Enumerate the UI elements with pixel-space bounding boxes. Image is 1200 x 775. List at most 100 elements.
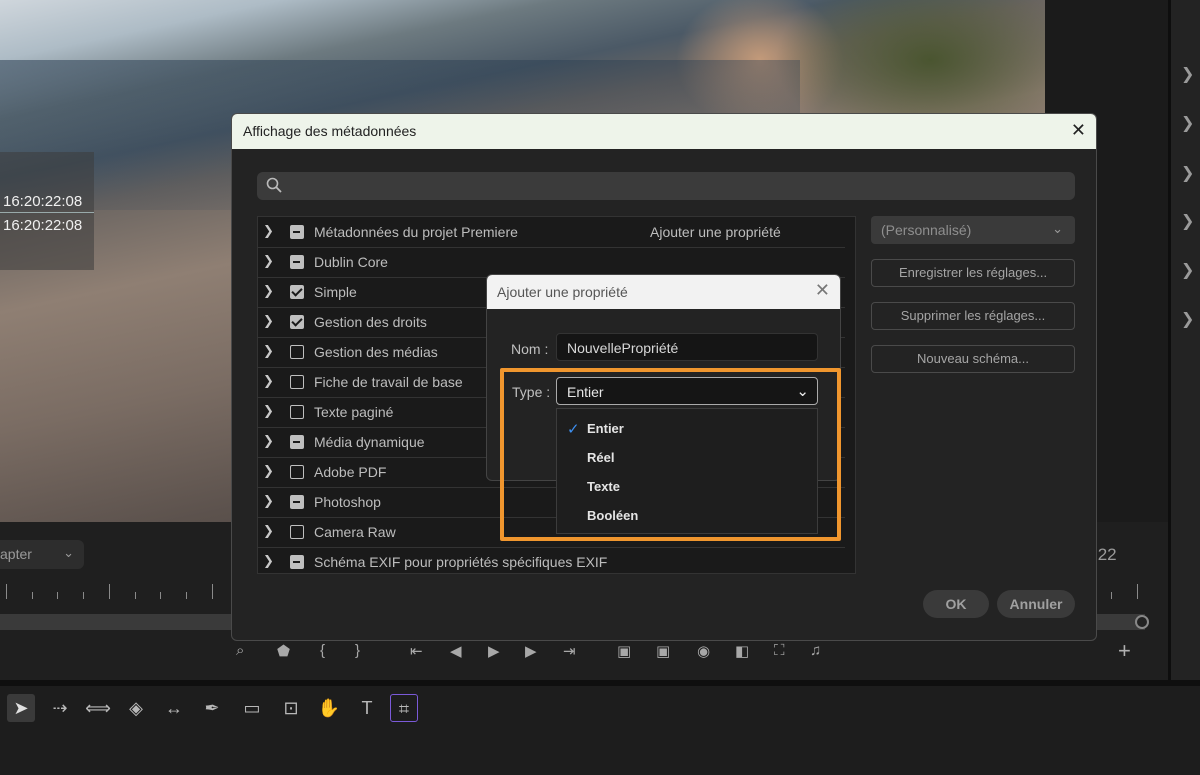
menu-item-booleen[interactable]: Booléen <box>587 508 638 523</box>
schema-label: Fiche de travail de base <box>314 374 463 390</box>
expand-chevron-icon[interactable]: ❯ <box>263 313 274 329</box>
type-tool-icon[interactable]: T <box>353 694 381 722</box>
schema-checkbox[interactable] <box>290 375 304 389</box>
ruler-tick <box>135 592 136 599</box>
expand-chevron-icon[interactable]: ❯ <box>263 253 274 269</box>
chevron-right-icon[interactable]: ❯ <box>1181 113 1194 133</box>
lift-icon[interactable]: ▣ <box>617 642 631 660</box>
new-schema-button[interactable]: Nouveau schéma... <box>871 345 1075 373</box>
zoom-to-fit-icon[interactable]: ⌕ <box>236 642 244 659</box>
checkmark-icon: ✓ <box>567 421 580 438</box>
schema-label: Camera Raw <box>314 524 396 540</box>
schema-label: Texte paginé <box>314 404 394 420</box>
type-select[interactable]: Entier ⌄ <box>556 377 818 405</box>
hand-tool-icon[interactable]: ✋ <box>315 694 343 722</box>
expand-chevron-icon[interactable]: ❯ <box>263 283 274 299</box>
ok-button[interactable]: OK <box>923 590 989 618</box>
step-forward-icon[interactable]: ▶ <box>525 642 537 660</box>
schema-checkbox[interactable] <box>290 435 304 449</box>
schema-checkbox[interactable] <box>290 315 304 329</box>
schema-label: Adobe PDF <box>314 464 387 480</box>
proxy-toggle-icon[interactable]: ⛶ <box>774 642 785 659</box>
schema-checkbox[interactable] <box>290 495 304 509</box>
name-field[interactable]: NouvellePropriété <box>556 333 818 361</box>
preset-label: (Personnalisé) <box>881 222 972 238</box>
expand-chevron-icon[interactable]: ❯ <box>263 463 274 479</box>
schema-label: Métadonnées du projet Premiere <box>314 224 518 240</box>
expand-chevron-icon[interactable]: ❯ <box>263 553 274 569</box>
close-icon[interactable]: ✕ <box>815 280 830 301</box>
chapter-dropdown-label: apter <box>0 546 32 562</box>
preset-dropdown[interactable]: (Personnalisé) ⌄ <box>871 216 1075 244</box>
slip-tool-icon[interactable]: ↔ <box>160 694 188 722</box>
chevron-right-icon[interactable]: ❯ <box>1181 163 1194 183</box>
schema-checkbox[interactable] <box>290 255 304 269</box>
save-settings-button[interactable]: Enregistrer les réglages... <box>871 259 1075 287</box>
schema-checkbox[interactable] <box>290 285 304 299</box>
delete-settings-button[interactable]: Supprimer les réglages... <box>871 302 1075 330</box>
expand-chevron-icon[interactable]: ❯ <box>263 403 274 419</box>
mark-out-icon[interactable]: } <box>355 642 360 659</box>
schema-checkbox[interactable] <box>290 525 304 539</box>
play-icon[interactable]: ▶ <box>488 642 500 660</box>
selection-tool-icon[interactable]: ➤ <box>7 694 35 722</box>
chevron-right-icon[interactable]: ❯ <box>1181 64 1194 84</box>
chevron-down-icon: ⌄ <box>796 383 809 400</box>
ruler-tick <box>57 592 58 599</box>
razor-tool-icon[interactable]: ◈ <box>122 694 150 722</box>
chevron-right-icon[interactable]: ❯ <box>1181 211 1194 231</box>
schema-checkbox[interactable] <box>290 405 304 419</box>
ruler-tick <box>160 592 161 599</box>
generative-extend-tool-icon[interactable]: ⌗ <box>390 694 418 722</box>
menu-item-entier[interactable]: Entier <box>587 421 624 436</box>
rectangle-tool-icon[interactable]: ▭ <box>238 694 266 722</box>
dialog-title: Affichage des métadonnées <box>232 114 1096 149</box>
pen-tool-icon[interactable]: ✒ <box>198 694 226 722</box>
ruler-tick <box>32 592 33 599</box>
ripple-edit-tool-icon[interactable]: ⟺ <box>84 694 112 722</box>
button-editor-plus-icon[interactable]: + <box>1118 638 1131 664</box>
schema-row[interactable]: ❯ Métadonnées du projet Premiere Ajouter u… <box>258 217 855 248</box>
add-property-link[interactable]: Ajouter une propriété <box>650 224 781 240</box>
schema-label: Simple <box>314 284 357 300</box>
expand-chevron-icon[interactable]: ❯ <box>263 373 274 389</box>
ruler-tick <box>6 584 7 599</box>
chevron-right-icon[interactable]: ❯ <box>1181 309 1194 329</box>
expand-chevron-icon[interactable]: ❯ <box>263 493 274 509</box>
expand-chevron-icon[interactable]: ❯ <box>263 433 274 449</box>
expand-chevron-icon[interactable]: ❯ <box>263 223 274 239</box>
type-label: Type : <box>512 384 551 400</box>
schema-checkbox[interactable] <box>290 225 304 239</box>
volume-icon[interactable]: ♫ <box>810 642 821 659</box>
chevron-down-icon: ⌄ <box>63 545 74 560</box>
timecode-2: 16:20:22:08 <box>3 217 83 234</box>
schema-label: Dublin Core <box>314 254 388 270</box>
transform-tool-icon[interactable]: ⊡ <box>277 694 305 722</box>
chevron-right-icon[interactable]: ❯ <box>1181 260 1194 280</box>
cancel-button[interactable]: Annuler <box>997 590 1075 618</box>
menu-item-reel[interactable]: Réel <box>587 450 614 465</box>
step-back-icon[interactable]: ◀ <box>450 642 462 660</box>
expand-chevron-icon[interactable]: ❯ <box>263 343 274 359</box>
track-select-tool-icon[interactable]: ⇢ <box>46 694 74 722</box>
export-frame-icon[interactable]: ◉ <box>697 642 710 660</box>
ruler-tick <box>212 584 213 599</box>
go-to-out-icon[interactable]: ⇥ <box>563 642 576 660</box>
extract-icon[interactable]: ▣ <box>656 642 670 660</box>
comparison-view-icon[interactable]: ◧ <box>735 642 749 660</box>
close-icon[interactable]: ✕ <box>1071 120 1086 141</box>
expand-chevron-icon[interactable]: ❯ <box>263 523 274 539</box>
schema-label: Gestion des droits <box>314 314 427 330</box>
schema-checkbox[interactable] <box>290 345 304 359</box>
schema-row[interactable]: ❯ Schéma EXIF pour propriétés spécifiques… <box>258 547 855 577</box>
menu-item-texte[interactable]: Texte <box>587 479 620 494</box>
zoom-handle[interactable] <box>1135 615 1149 629</box>
mark-in-icon[interactable]: { <box>320 642 325 659</box>
schema-row[interactable]: ❯ Dublin Core <box>258 247 855 278</box>
schema-checkbox[interactable] <box>290 465 304 479</box>
chapter-dropdown[interactable]: apter ⌄ <box>0 540 84 569</box>
schema-checkbox[interactable] <box>290 555 304 569</box>
search-input[interactable] <box>257 172 1075 200</box>
go-to-in-icon[interactable]: ⇤ <box>410 642 423 660</box>
add-marker-icon[interactable]: ⬟ <box>277 642 290 660</box>
